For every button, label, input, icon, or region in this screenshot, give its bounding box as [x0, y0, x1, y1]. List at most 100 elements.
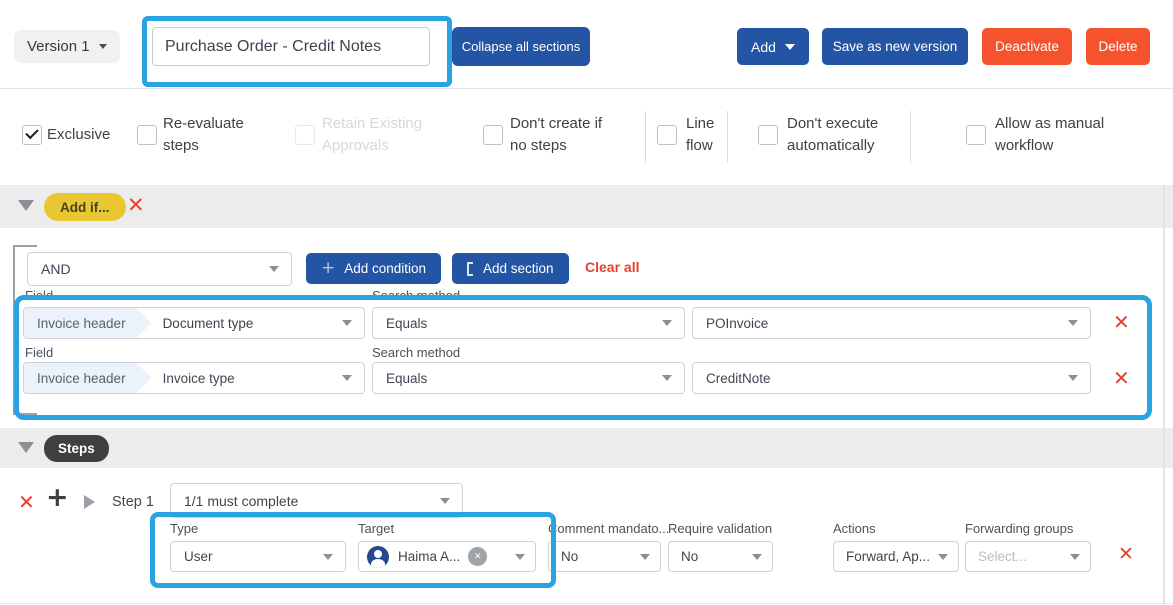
field-select[interactable]: Invoice header Document type	[23, 307, 365, 339]
chevron-down-icon	[785, 44, 795, 50]
comment-mandatory-label: Comment mandato...	[548, 521, 669, 536]
step-editor: ✕ + Step 1 1/1 must complete Type Target…	[0, 468, 1173, 605]
checkbox-retain-existing-approvals	[295, 125, 315, 145]
collapse-triangle-icon[interactable]	[18, 200, 34, 211]
type-label: Type	[170, 521, 198, 536]
chevron-down-icon	[662, 320, 672, 326]
bracket-icon	[467, 262, 473, 276]
workflow-options-row: Exclusive Re-evaluate steps Retain Exist…	[0, 88, 1173, 186]
checkbox-label-exclusive: Exclusive	[47, 124, 110, 146]
steps-section-header: Steps	[0, 428, 1173, 468]
user-avatar-icon	[367, 546, 389, 568]
type-value: User	[171, 549, 213, 564]
forwarding-groups-placeholder: Select...	[966, 549, 1027, 564]
remove-condition-row-button[interactable]: ✕	[1113, 312, 1130, 332]
checkbox-label-retain-existing-approvals: Retain Existing Approvals	[322, 113, 437, 157]
target-label: Target	[358, 521, 394, 536]
add-condition-button[interactable]: + Add condition	[306, 253, 441, 284]
chevron-down-icon	[269, 266, 279, 272]
clear-all-link[interactable]: Clear all	[585, 259, 639, 275]
field-label: Field	[25, 288, 53, 303]
add-if-badge[interactable]: Add if...	[44, 193, 126, 221]
target-select[interactable]: Haima A... ✕	[358, 541, 536, 572]
target-value: Haima A...	[389, 549, 460, 564]
chevron-down-icon	[1068, 320, 1078, 326]
delete-button[interactable]: Delete	[1086, 28, 1150, 65]
chevron-down-icon	[1070, 554, 1080, 560]
add-condition-label: Add condition	[344, 261, 426, 276]
search-method-select[interactable]: Equals	[372, 307, 685, 339]
add-section-button[interactable]: Add section	[452, 253, 569, 284]
chevron-down-icon	[342, 320, 352, 326]
checkbox-label-dont-create-if-no-steps: Don't create if no steps	[510, 113, 618, 157]
chevron-down-icon	[323, 554, 333, 560]
type-select[interactable]: User	[170, 541, 346, 572]
version-dropdown[interactable]: Version 1	[14, 30, 120, 63]
plus-icon: +	[321, 260, 335, 277]
field-select[interactable]: Invoice header Invoice type	[23, 362, 365, 394]
checkbox-line-flow[interactable]	[657, 125, 677, 145]
remove-step-row-button[interactable]: ✕	[1118, 544, 1134, 564]
play-icon[interactable]	[84, 495, 95, 509]
field-value: Invoice type	[152, 371, 235, 386]
options-divider	[910, 111, 911, 163]
chevron-down-icon	[752, 554, 762, 560]
actions-select[interactable]: Forward, Ap...	[833, 541, 959, 572]
header-toolbar: Version 1 Collapse all sections Add Save…	[0, 0, 1173, 88]
condition-builder: AND + Add condition Add section Clear al…	[0, 228, 1173, 428]
deactivate-button[interactable]: Deactivate	[982, 28, 1072, 65]
chevron-down-icon	[1068, 375, 1078, 381]
condition-value-select[interactable]: CreditNote	[692, 362, 1091, 394]
operator-value: AND	[28, 261, 71, 277]
search-method-value: Equals	[373, 371, 427, 386]
field-group-tag: Invoice header	[24, 363, 152, 393]
condition-value-select[interactable]: POInvoice	[692, 307, 1091, 339]
remove-condition-row-button[interactable]: ✕	[1113, 368, 1130, 388]
chevron-down-icon	[440, 498, 450, 504]
field-group-tag: Invoice header	[24, 308, 152, 338]
checkbox-allow-as-manual-workflow[interactable]	[966, 125, 986, 145]
checkbox-reevaluate-steps[interactable]	[137, 125, 157, 145]
checkbox-exclusive[interactable]	[22, 125, 42, 145]
chevron-down-icon	[640, 554, 650, 560]
search-method-label: Search method	[372, 288, 460, 303]
chevron-down-icon	[938, 554, 948, 560]
forwarding-groups-select[interactable]: Select...	[965, 541, 1091, 572]
add-dropdown-button[interactable]: Add	[737, 28, 809, 65]
actions-label: Actions	[833, 521, 876, 536]
collapse-all-sections-button[interactable]: Collapse all sections	[452, 27, 590, 66]
chevron-down-icon	[662, 375, 672, 381]
options-divider	[645, 111, 646, 163]
save-as-new-version-button[interactable]: Save as new version	[822, 28, 968, 65]
workflow-name-input[interactable]	[152, 27, 430, 66]
checkbox-dont-execute-automatically[interactable]	[758, 125, 778, 145]
condition-value: POInvoice	[693, 316, 768, 331]
clear-target-icon[interactable]: ✕	[468, 547, 487, 566]
logic-operator-select[interactable]: AND	[27, 252, 292, 286]
comment-mandatory-select[interactable]: No	[548, 541, 661, 572]
checkbox-label-allow-as-manual-workflow: Allow as manual workflow	[995, 113, 1120, 157]
steps-badge[interactable]: Steps	[44, 435, 109, 462]
scroll-track	[1163, 185, 1165, 605]
add-step-button[interactable]: +	[46, 484, 69, 511]
condition-value: CreditNote	[693, 371, 771, 386]
search-method-label: Search method	[372, 345, 460, 360]
collapse-triangle-icon[interactable]	[18, 442, 34, 453]
completion-rule-value: 1/1 must complete	[171, 493, 298, 509]
workflow-editor: Version 1 Collapse all sections Add Save…	[0, 0, 1173, 605]
remove-condition-section-button[interactable]: ✕	[127, 195, 145, 215]
checkbox-label-reevaluate-steps: Re-evaluate steps	[163, 113, 258, 157]
completion-rule-select[interactable]: 1/1 must complete	[170, 483, 463, 518]
chevron-down-icon	[99, 44, 107, 49]
field-value: Document type	[152, 316, 254, 331]
require-validation-select[interactable]: No	[668, 541, 773, 572]
version-label: Version 1	[27, 38, 90, 55]
delete-step-button[interactable]: ✕	[18, 492, 35, 512]
checkbox-dont-create-if-no-steps[interactable]	[483, 125, 503, 145]
actions-value: Forward, Ap...	[834, 549, 930, 564]
step-number-label: Step 1	[112, 494, 154, 510]
search-method-select[interactable]: Equals	[372, 362, 685, 394]
chevron-down-icon	[515, 554, 525, 560]
condition-section-header: Add if... ✕	[0, 185, 1173, 228]
comment-mandatory-value: No	[549, 549, 578, 564]
